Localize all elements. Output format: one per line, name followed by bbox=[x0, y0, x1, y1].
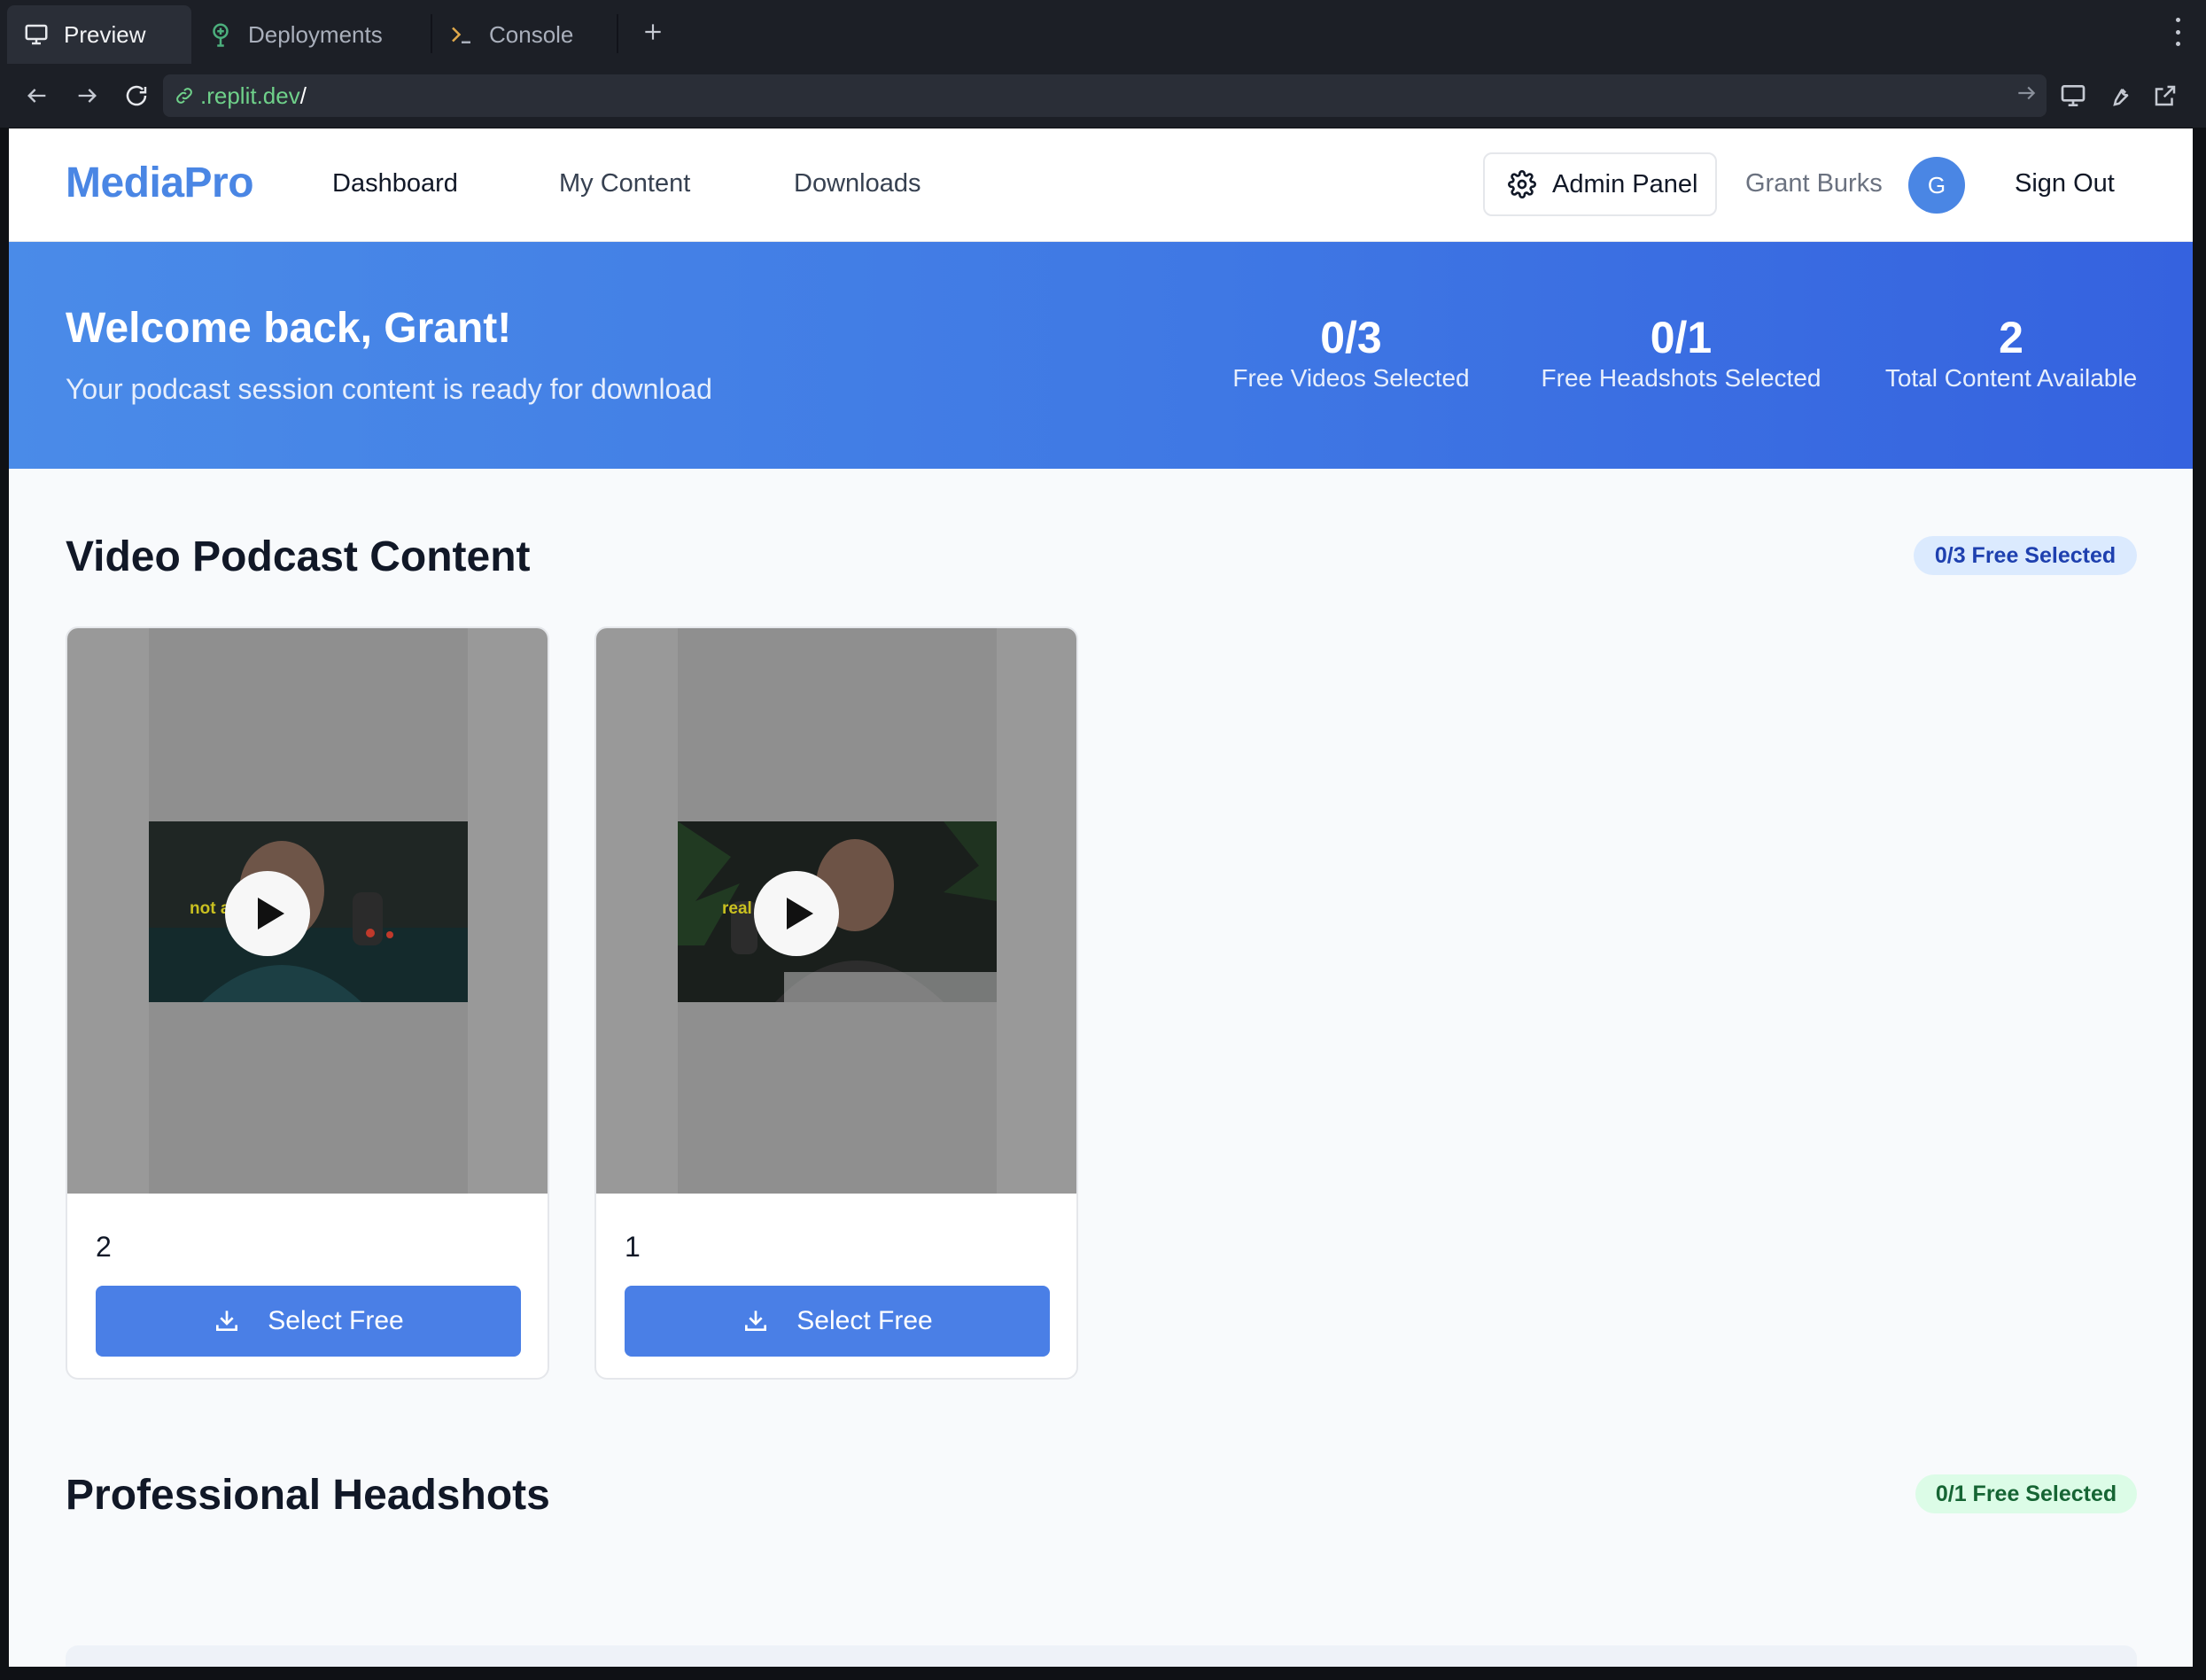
deploy-icon bbox=[206, 19, 236, 50]
avatar[interactable]: G bbox=[1908, 157, 1965, 214]
logo[interactable]: MediaPro bbox=[66, 159, 254, 207]
reload-icon[interactable] bbox=[119, 78, 154, 113]
download-icon bbox=[213, 1306, 243, 1336]
url-domain: .replit.dev bbox=[200, 82, 300, 109]
video-title: 1 bbox=[625, 1231, 641, 1263]
tab-label: Console bbox=[489, 20, 574, 48]
admin-panel-label: Admin Panel bbox=[1552, 169, 1698, 198]
user-name: Grant Burks bbox=[1745, 169, 1883, 198]
video-section-title: Video Podcast Content bbox=[66, 533, 531, 580]
sign-out-button[interactable]: Sign Out bbox=[2015, 169, 2115, 198]
video-card: real e gagent 1 Select Free bbox=[594, 626, 1078, 1380]
tab-deployments[interactable]: Deployments bbox=[202, 5, 423, 64]
select-free-button[interactable]: Select Free bbox=[96, 1286, 521, 1357]
nav-my-content[interactable]: My Content bbox=[559, 169, 690, 198]
tab-divider bbox=[431, 14, 432, 53]
more-options-icon[interactable] bbox=[2174, 18, 2181, 46]
stat-label: Total Content Available bbox=[1884, 364, 2138, 392]
devices-icon[interactable] bbox=[2055, 78, 2091, 113]
play-icon[interactable] bbox=[225, 871, 310, 956]
welcome-title: Welcome back, Grant! bbox=[66, 305, 512, 352]
address-bar: .replit.dev / bbox=[0, 64, 2206, 128]
stat-value: 2 bbox=[1999, 313, 2023, 362]
stat-value: 0/3 bbox=[1320, 313, 1382, 362]
open-external-icon[interactable] bbox=[2148, 78, 2183, 113]
welcome-banner: Welcome back, Grant! Your podcast sessio… bbox=[9, 242, 2193, 469]
headshots-section-title: Professional Headshots bbox=[66, 1472, 550, 1519]
headshots-free-badge: 0/1 Free Selected bbox=[1915, 1474, 2137, 1513]
browser-tabbar: Preview Deployments Console bbox=[0, 0, 2206, 64]
gear-icon bbox=[1508, 170, 1536, 198]
tab-console[interactable]: Console bbox=[443, 5, 611, 64]
tab-preview[interactable]: Preview bbox=[7, 5, 191, 64]
terminal-icon bbox=[447, 19, 477, 50]
nav-downloads[interactable]: Downloads bbox=[794, 169, 920, 198]
url-field[interactable]: .replit.dev / bbox=[163, 74, 2047, 117]
play-icon[interactable] bbox=[754, 871, 839, 956]
top-navbar: MediaPro Dashboard My Content Downloads … bbox=[9, 128, 2193, 242]
stat-label: Free Headshots Selected bbox=[1541, 364, 1822, 392]
stat-free-videos: 0/3 Free Videos Selected bbox=[1231, 313, 1471, 393]
select-free-button[interactable]: Select Free bbox=[625, 1286, 1050, 1357]
tab-divider bbox=[617, 14, 618, 53]
preview-page: MediaPro Dashboard My Content Downloads … bbox=[9, 128, 2193, 1667]
admin-panel-button[interactable]: Admin Panel bbox=[1483, 152, 1717, 216]
video-card: not al 2 Select Free bbox=[66, 626, 549, 1380]
select-free-label: Select Free bbox=[268, 1306, 404, 1335]
back-icon[interactable] bbox=[19, 78, 55, 113]
link-icon bbox=[174, 85, 195, 106]
video-title: 2 bbox=[96, 1231, 112, 1263]
devtools-wrench-icon[interactable] bbox=[2101, 78, 2137, 113]
headshots-grid-container bbox=[66, 1645, 2137, 1667]
download-icon bbox=[742, 1306, 772, 1336]
monitor-icon bbox=[21, 19, 51, 50]
nav-dashboard[interactable]: Dashboard bbox=[332, 169, 458, 198]
video-thumbnail[interactable]: not al bbox=[67, 628, 548, 1194]
tab-label: Preview bbox=[64, 20, 146, 48]
go-arrow-icon[interactable] bbox=[2015, 82, 2038, 111]
welcome-subtitle: Your podcast session content is ready fo… bbox=[66, 373, 712, 405]
forward-icon[interactable] bbox=[69, 78, 105, 113]
stat-value: 0/1 bbox=[1650, 313, 1713, 362]
stat-label: Free Videos Selected bbox=[1232, 364, 1470, 392]
tab-label: Deployments bbox=[248, 20, 383, 48]
video-free-badge: 0/3 Free Selected bbox=[1914, 536, 2137, 575]
stat-total-content: 2 Total Content Available bbox=[1869, 313, 2153, 393]
stat-free-headshots: 0/1 Free Headshots Selected bbox=[1528, 313, 1834, 393]
video-thumbnail[interactable]: real e gagent bbox=[596, 628, 1076, 1194]
new-tab-button[interactable] bbox=[631, 5, 675, 64]
plus-icon bbox=[641, 20, 664, 50]
url-path: / bbox=[299, 82, 307, 109]
select-free-label: Select Free bbox=[796, 1306, 933, 1335]
